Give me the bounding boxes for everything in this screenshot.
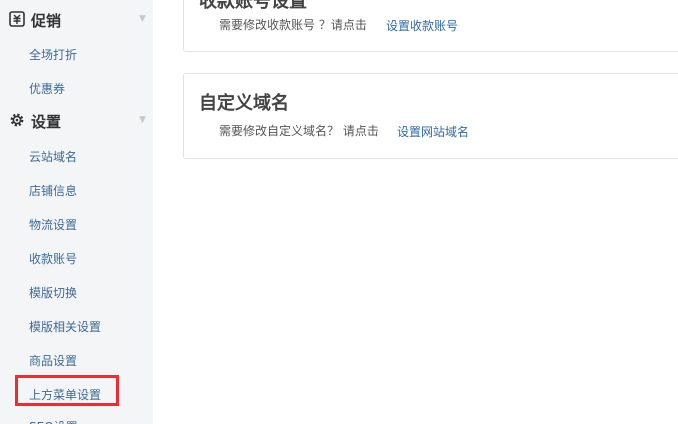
- sidebar-item-template-switch[interactable]: 模版切换: [29, 284, 77, 301]
- set-payment-account-link[interactable]: 设置收款账号: [386, 17, 458, 34]
- sidebar-item-coupon[interactable]: 优惠券: [29, 80, 65, 97]
- sidebar-item-logistics[interactable]: 物流设置: [29, 216, 77, 233]
- payment-account-card: 收款账号设置 需要修改收款账号 ？请点击 设置收款账号: [183, 0, 678, 52]
- card-description: 需要修改自定义域名？ 请点击: [219, 124, 379, 138]
- sidebar-item-payment-account[interactable]: 收款账号: [29, 250, 77, 267]
- sidebar-group-settings[interactable]: 设置 ▼: [0, 106, 153, 136]
- set-site-domain-link[interactable]: 设置网站域名: [397, 123, 469, 140]
- card-description: 需要修改收款账号 ？请点击: [219, 18, 367, 32]
- chevron-down-icon: ▼: [139, 14, 146, 24]
- sidebar: 促销 ▼ 全场打折 优惠券 设置 ▼ 云站域名 店铺信息 物流设置 收款账号 模…: [0, 0, 153, 424]
- sidebar-item-template-settings[interactable]: 模版相关设置: [29, 318, 101, 335]
- custom-domain-card: 自定义域名 需要修改自定义域名？ 请点击 设置网站域名: [183, 73, 678, 159]
- sidebar-item-shop-info[interactable]: 店铺信息: [29, 182, 77, 199]
- sidebar-group-label: 设置: [31, 113, 62, 131]
- sidebar-group-label: 促销: [31, 12, 62, 30]
- sidebar-item-sale[interactable]: 全场打折: [29, 46, 77, 63]
- sidebar-item-product-settings[interactable]: 商品设置: [29, 352, 77, 369]
- card-title: 自定义域名: [199, 93, 289, 114]
- sidebar-item-cloud-domain[interactable]: 云站域名: [29, 148, 77, 165]
- gear-icon: [10, 113, 24, 127]
- sidebar-item-seo[interactable]: SEO设置: [29, 418, 78, 424]
- chevron-down-icon: ▼: [139, 115, 146, 125]
- promotion-icon: [9, 11, 25, 27]
- sidebar-group-promo[interactable]: 促销 ▼: [0, 5, 153, 35]
- highlight-box: [15, 375, 119, 406]
- card-title: 收款账号设置: [199, 0, 307, 12]
